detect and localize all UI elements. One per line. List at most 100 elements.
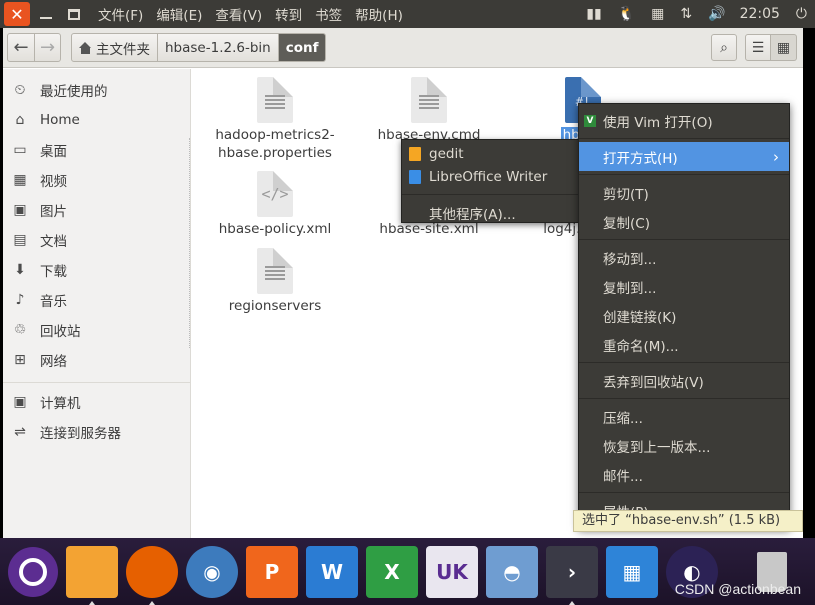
sidebar-item-label: Home: [40, 112, 80, 128]
dock-chromium[interactable]: ◉: [186, 545, 238, 598]
sidebar-item-downloads[interactable]: ⬇ 下载: [3, 255, 190, 285]
watermark: CSDN @actionbean: [674, 581, 801, 597]
server-icon: ⇌: [14, 424, 26, 440]
shopping-bag-icon: UK: [436, 559, 468, 584]
sidebar-item-network[interactable]: ⊞ 网络: [3, 345, 190, 375]
sidebar-item-home[interactable]: ⌂ Home: [3, 105, 190, 135]
sidebar-item-label: 下载: [40, 264, 67, 280]
forward-button[interactable]: →: [34, 34, 60, 61]
search-button[interactable]: ⌕: [711, 34, 737, 61]
view-controls: ⌕ ☰ ▦: [711, 34, 797, 61]
dock-wps-writer[interactable]: W: [306, 545, 358, 598]
menu-separator: [579, 362, 789, 363]
file-item[interactable]: hadoop-metrics2- hbase.properties: [205, 77, 345, 162]
sidebar-item-trash[interactable]: ♲ 回收站: [3, 315, 190, 345]
back-arrow-icon: ←: [13, 37, 29, 58]
dock-software-center[interactable]: ◓: [486, 545, 538, 598]
menu-bookmarks[interactable]: 书签: [315, 4, 342, 24]
menu-item-move-to-trash[interactable]: 丢弃到回收站(V): [579, 366, 789, 395]
sidebar-item-pictures[interactable]: ▣ 图片: [3, 195, 190, 225]
file-item[interactable]: hbase-env.cmd: [359, 77, 499, 144]
list-view-button[interactable]: ☰: [745, 34, 771, 61]
sidebar-item-desktop[interactable]: ▭ 桌面: [3, 135, 190, 165]
dock-files[interactable]: [66, 545, 118, 605]
sidebar-item-label: 网络: [40, 354, 67, 370]
menu-item-compress[interactable]: 压缩...: [579, 402, 789, 431]
tux-icon[interactable]: 🐧: [618, 6, 635, 22]
menu-item-rename[interactable]: 重命名(M)...: [579, 330, 789, 359]
power-icon[interactable]: ⏻: [796, 6, 807, 22]
film-icon: ▦: [13, 172, 27, 188]
minimize-button[interactable]: [34, 2, 58, 26]
desktop-icon: ▭: [13, 142, 27, 158]
menu-item-cut[interactable]: 剪切(T): [579, 178, 789, 207]
menu-item-make-link[interactable]: 创建链接(K): [579, 301, 789, 330]
breadcrumb-hbase[interactable]: hbase-1.2.6-bin: [158, 34, 279, 61]
menu-file[interactable]: 文件(F): [98, 4, 143, 24]
sidebar-item-documents[interactable]: ▤ 文档: [3, 225, 190, 255]
menu-item-label: LibreOffice Writer: [429, 168, 548, 185]
sidebar-item-connect-server[interactable]: ⇌ 连接到服务器: [3, 417, 190, 447]
clock[interactable]: 22:05: [740, 6, 780, 22]
breadcrumb-conf[interactable]: conf: [278, 34, 326, 61]
dock-ubuntu-dash[interactable]: [8, 546, 58, 597]
grid-view-button[interactable]: ▦: [771, 34, 797, 61]
dock-wps-spreadsheet[interactable]: X: [366, 545, 418, 598]
menu-view[interactable]: 查看(V): [215, 4, 262, 24]
menu-item-libreoffice-writer[interactable]: LibreOffice Writer: [402, 165, 578, 188]
calendar-icon[interactable]: ▦: [651, 6, 664, 22]
menu-item-email[interactable]: 邮件...: [579, 460, 789, 489]
file-item[interactable]: regionservers: [205, 248, 345, 315]
menu-item-open-vim[interactable]: V 使用 Vim 打开(O): [579, 106, 789, 135]
text-file-icon: [411, 77, 447, 123]
menu-separator: [579, 138, 789, 139]
dock-ubuntu-kylin-store[interactable]: UK: [426, 545, 478, 598]
menu-edit[interactable]: 编辑(E): [156, 4, 202, 24]
sidebar-item-recent[interactable]: ⏲ 最近使用的: [3, 75, 190, 105]
menu-go[interactable]: 转到: [275, 4, 302, 24]
window-controls: ✕: [0, 0, 86, 28]
sidebar-item-videos[interactable]: ▦ 视频: [3, 165, 190, 195]
back-button[interactable]: ←: [8, 34, 34, 61]
code-file-icon: </>: [257, 171, 293, 217]
forward-arrow-icon: →: [39, 37, 56, 58]
file-name: hadoop-metrics2-: [215, 127, 335, 143]
maximize-icon: [68, 8, 80, 20]
menu-item-gedit[interactable]: gedit: [402, 142, 578, 165]
menu-item-copy-to[interactable]: 复制到...: [579, 272, 789, 301]
dock-firefox[interactable]: [126, 545, 178, 605]
menu-item-other-application[interactable]: 其他程序(A)...: [402, 201, 578, 224]
sidebar-item-label: 回收站: [40, 324, 81, 340]
maximize-button[interactable]: [62, 2, 86, 26]
search-icon: ⌕: [720, 39, 728, 56]
menu-item-label: gedit: [429, 145, 464, 162]
sidebar-resize-handle[interactable]: [189, 138, 191, 348]
menu-item-copy[interactable]: 复制(C): [579, 207, 789, 236]
sidebar-item-label: 计算机: [40, 396, 81, 412]
dock-app-grid[interactable]: ▦: [606, 545, 658, 598]
menu-help[interactable]: 帮助(H): [355, 4, 403, 24]
breadcrumb-home[interactable]: 主文件夹: [72, 34, 158, 61]
file-item[interactable]: </> hbase-policy.xml: [205, 171, 345, 238]
presentation-icon: P: [264, 559, 280, 584]
sidebar-item-label: 视频: [40, 174, 67, 190]
close-button[interactable]: ✕: [4, 2, 30, 26]
sidebar-item-computer[interactable]: ▣ 计算机: [3, 387, 190, 417]
menu-item-move-to[interactable]: 移动到...: [579, 243, 789, 272]
volume-icon[interactable]: 🔊: [708, 6, 725, 22]
indicator-area: ▮▮ 🐧 ▦ ⇅ 🔊 22:05 ⏻: [578, 0, 815, 28]
keyboard-icon[interactable]: ▮▮: [586, 6, 601, 22]
sidebar-item-music[interactable]: ♪ 音乐: [3, 285, 190, 315]
network-icon[interactable]: ⇅: [680, 6, 692, 22]
breadcrumb: 主文件夹 hbase-1.2.6-bin conf: [71, 33, 327, 62]
network-icon: ⊞: [14, 352, 26, 368]
dock-terminal[interactable]: ›: [546, 545, 598, 605]
menu-item-open-with[interactable]: 打开方式(H) ›: [579, 142, 789, 171]
dock-wps-presentation[interactable]: P: [246, 545, 298, 598]
file-name: hbase.properties: [218, 145, 332, 161]
file-name: hbase-policy.xml: [218, 221, 332, 237]
menu-item-restore-previous[interactable]: 恢复到上一版本...: [579, 431, 789, 460]
ubuntu-logo-icon: [19, 557, 47, 586]
image-icon: ▣: [13, 202, 27, 218]
spreadsheet-icon: X: [384, 559, 400, 584]
